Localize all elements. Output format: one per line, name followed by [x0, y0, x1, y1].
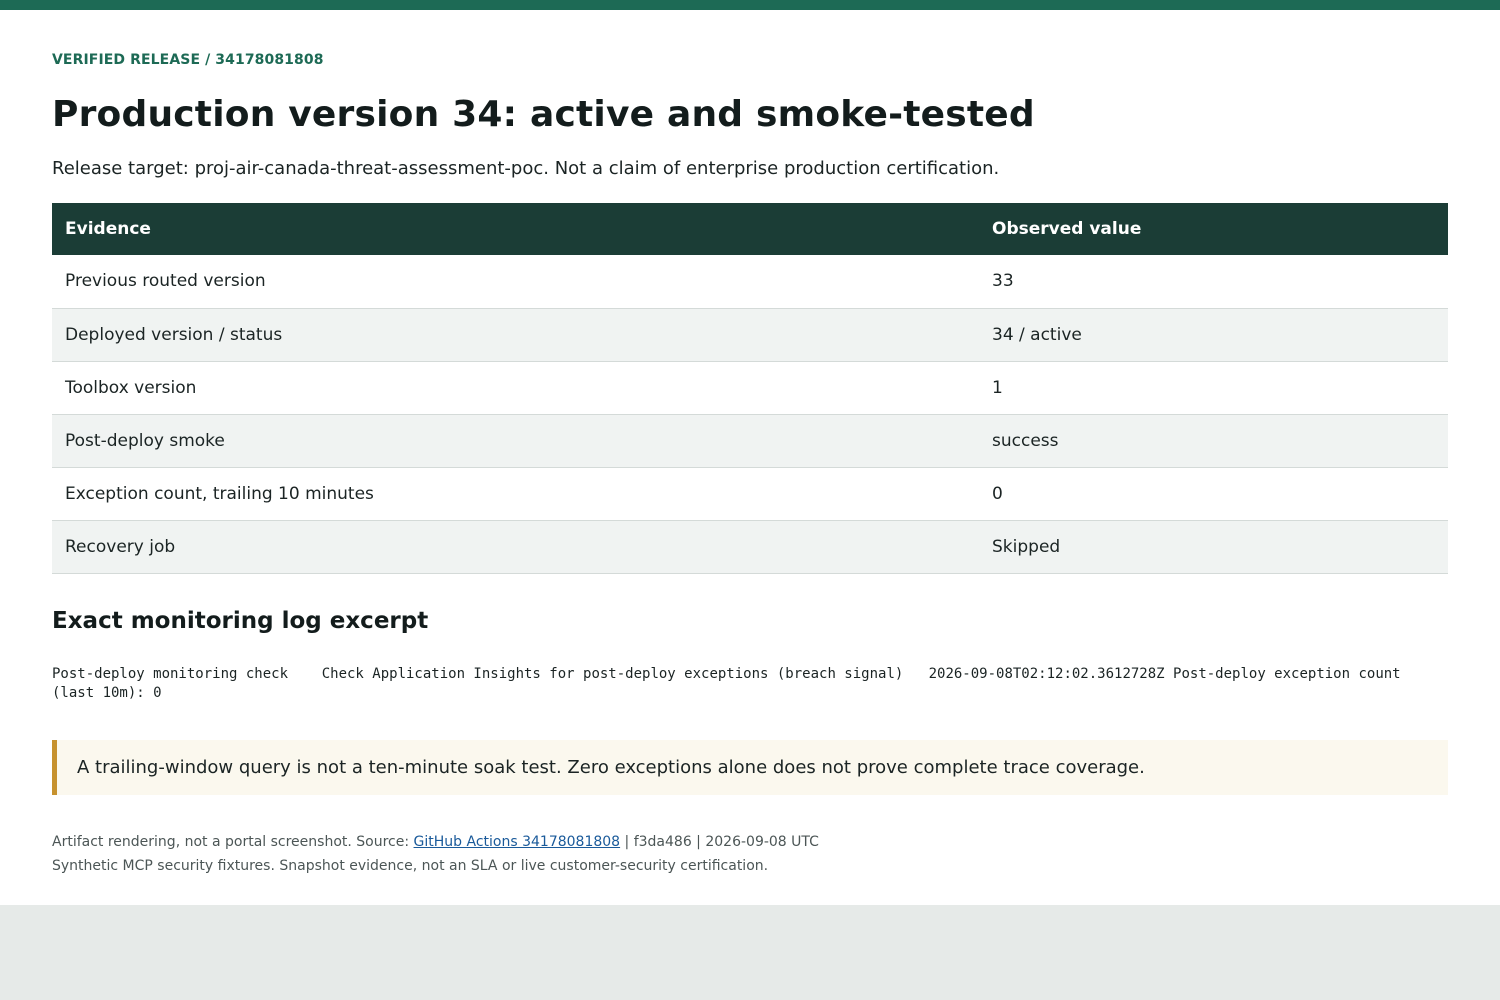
footer: Artifact rendering, not a portal screens…	[52, 830, 819, 878]
evidence-cell: Previous routed version	[52, 255, 979, 309]
callout-text: A trailing-window query is not a ten-min…	[77, 757, 1145, 778]
table-row: Toolbox version 1	[52, 361, 1448, 415]
page-subtitle: Release target: proj-air-canada-threat-a…	[52, 158, 1000, 179]
observed-value-cell: 34 / active	[979, 308, 1448, 362]
table-row: Deployed version / status 34 / active	[52, 308, 1448, 362]
log-section-title: Exact monitoring log excerpt	[52, 608, 429, 634]
table-row: Post-deploy smoke success	[52, 414, 1448, 468]
column-header-evidence: Evidence	[52, 203, 979, 255]
footer-source-line: Artifact rendering, not a portal screens…	[52, 830, 819, 854]
github-actions-link[interactable]: GitHub Actions 34178081808	[414, 834, 621, 850]
release-eyebrow: VERIFIED RELEASE / 34178081808	[52, 52, 324, 68]
table-row: Recovery job Skipped	[52, 520, 1448, 574]
footer-disclaimer: Synthetic MCP security fixtures. Snapsho…	[52, 858, 769, 874]
table-header-row: Evidence Observed value	[52, 203, 1448, 255]
evidence-cell: Post-deploy smoke	[52, 414, 979, 468]
table-row: Exception count, trailing 10 minutes 0	[52, 467, 1448, 521]
release-report: VERIFIED RELEASE / 34178081808 Productio…	[0, 10, 1500, 905]
evidence-cell: Toolbox version	[52, 361, 979, 415]
evidence-cell: Deployed version / status	[52, 308, 979, 362]
column-header-observed-value: Observed value	[979, 203, 1448, 255]
evidence-cell: Recovery job	[52, 520, 979, 574]
evidence-cell: Exception count, trailing 10 minutes	[52, 467, 979, 521]
top-accent-bar	[0, 0, 1500, 10]
warning-callout: A trailing-window query is not a ten-min…	[52, 740, 1448, 795]
observed-value-cell: 0	[979, 467, 1448, 521]
footer-source-suffix: | f3da486 | 2026-09-08 UTC	[620, 834, 819, 850]
observed-value-cell: Skipped	[979, 520, 1448, 574]
table-row: Previous routed version 33	[52, 255, 1448, 309]
evidence-table: Evidence Observed value Previous routed …	[52, 203, 1448, 574]
monitoring-log-excerpt: Post-deploy monitoring check Check Appli…	[52, 666, 1410, 701]
footer-source-prefix: Artifact rendering, not a portal screens…	[52, 834, 414, 850]
page-title: Production version 34: active and smoke-…	[52, 94, 1035, 135]
observed-value-cell: 1	[979, 361, 1448, 415]
observed-value-cell: success	[979, 414, 1448, 468]
observed-value-cell: 33	[979, 255, 1448, 309]
